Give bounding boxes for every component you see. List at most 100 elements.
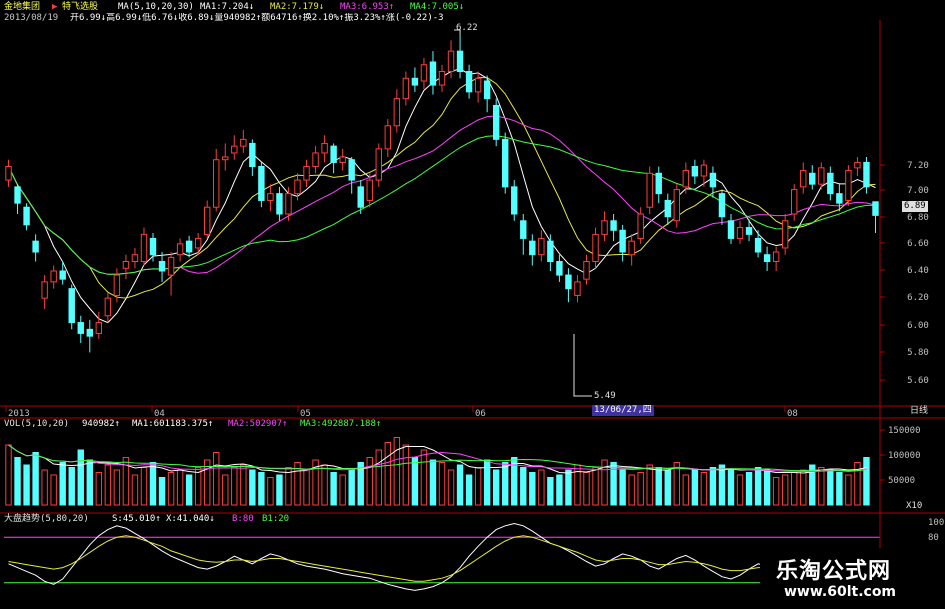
candle-body: [483, 80, 491, 100]
volume-bar: [194, 467, 202, 506]
volume-bar: [556, 474, 563, 506]
candle-body: [140, 233, 148, 263]
volume-bar: [14, 457, 21, 506]
volume-bar: [628, 474, 635, 506]
volume-bar: [249, 469, 256, 506]
volume-bar: [276, 474, 283, 506]
quote-details: 开6.99↓高6.99↓低6.76↓收6.89↓量940982↑额64716↑换…: [70, 13, 444, 23]
ma1-value: MA1:7.204↓: [200, 2, 255, 12]
candle: [68, 284, 75, 330]
volume-bar: [781, 474, 789, 506]
volume-bar: [420, 449, 428, 506]
volume-bar: [727, 469, 735, 506]
ind-tick-label: 100: [928, 518, 944, 528]
date-tick-label: 2013: [8, 409, 30, 419]
indicator-x: X:41.040↓: [166, 514, 215, 524]
date-tick-label: 08: [787, 409, 798, 419]
ma-params: MA(5,10,20,30): [118, 2, 194, 12]
candle-body: [167, 256, 175, 276]
candle-body: [492, 104, 500, 140]
volume-bar: [818, 467, 825, 506]
volume-bar: [836, 472, 843, 506]
volume-bar: [185, 474, 193, 506]
candle-body: [59, 270, 66, 280]
vol-unit: X10: [906, 501, 923, 511]
candle-body: [402, 77, 410, 100]
candle-body: [95, 322, 103, 334]
candle-body: [754, 237, 762, 253]
candle-body: [601, 220, 608, 235]
price-tick-label: 5.60: [907, 376, 929, 386]
volume-bar: [592, 467, 599, 506]
candle-body: [781, 220, 789, 249]
volume-bar: [41, 469, 48, 506]
candle-body: [113, 274, 121, 296]
candle-body: [86, 328, 94, 337]
candle-body: [158, 261, 166, 272]
volume-bar: [113, 469, 121, 506]
candle-body: [727, 220, 735, 239]
date-tick-label: 04: [154, 409, 165, 419]
volume-bar: [700, 472, 708, 506]
price-tick-label: 6.80: [907, 213, 929, 223]
candle-body: [845, 170, 852, 201]
candle-body: [592, 233, 599, 263]
candle: [502, 132, 509, 194]
indicator-b: B:80: [232, 514, 254, 524]
candle-body: [185, 240, 193, 253]
candle-body: [50, 270, 57, 283]
price-tick-label: 6.20: [907, 293, 929, 303]
ma4-value: MA4:7.005↓: [410, 2, 465, 12]
indicator-label: 大盘趋势(5,80,20): [4, 514, 89, 524]
period-low-label: 5.49: [594, 391, 616, 401]
candle-body: [827, 172, 834, 195]
candle-body: [502, 138, 509, 188]
candle-body: [745, 227, 753, 235]
candle-body: [267, 193, 274, 201]
volume-bar: [736, 474, 744, 506]
candle-body: [131, 254, 139, 262]
candle-body: [574, 281, 581, 296]
candle-body: [122, 261, 130, 269]
volume-bar: [104, 464, 112, 506]
volume-bar: [800, 469, 807, 506]
date-tick-label: 05: [300, 409, 311, 419]
volume-bar: [547, 477, 554, 506]
candle-body: [872, 201, 879, 216]
candle-body: [772, 251, 780, 262]
volume-bar: [140, 467, 148, 506]
candle-body: [628, 240, 635, 256]
volume-bar: [745, 472, 753, 506]
volume-bar: [447, 469, 455, 506]
candle-body: [276, 193, 283, 215]
volume-bar: [754, 467, 762, 506]
candle-body: [321, 142, 328, 154]
candle-body: [213, 159, 220, 208]
watermark-title: 乐淘公式网: [776, 559, 892, 584]
volume-bar: [691, 469, 699, 506]
candle-body: [429, 61, 437, 86]
volume-bar: [664, 469, 671, 506]
candle-body: [294, 179, 301, 195]
indicator-b1: B1:20: [262, 514, 290, 524]
candle-body: [203, 206, 211, 235]
candle-body: [312, 152, 319, 168]
volume-bar: [366, 457, 373, 506]
candle-body: [330, 145, 337, 163]
volume-bar: [222, 474, 229, 506]
volume-bar: [827, 469, 834, 506]
candle-body: [303, 166, 310, 181]
ma3-value: MA3:6.953↑: [340, 2, 395, 12]
candle-body: [691, 166, 699, 177]
candle-body: [682, 170, 690, 188]
volume-bar: [32, 452, 39, 506]
price-tick-label: 5.80: [907, 348, 929, 358]
volume-bar: [267, 477, 274, 506]
candle-body: [104, 297, 112, 317]
stock-name[interactable]: 金地集团: [4, 2, 40, 13]
formula-name[interactable]: 特飞选股: [62, 2, 98, 13]
period-label[interactable]: 日线: [910, 406, 928, 417]
dropdown-arrow-icon[interactable]: ▶: [52, 2, 57, 13]
volume-bar: [538, 469, 545, 506]
volume-bar: [303, 469, 310, 506]
